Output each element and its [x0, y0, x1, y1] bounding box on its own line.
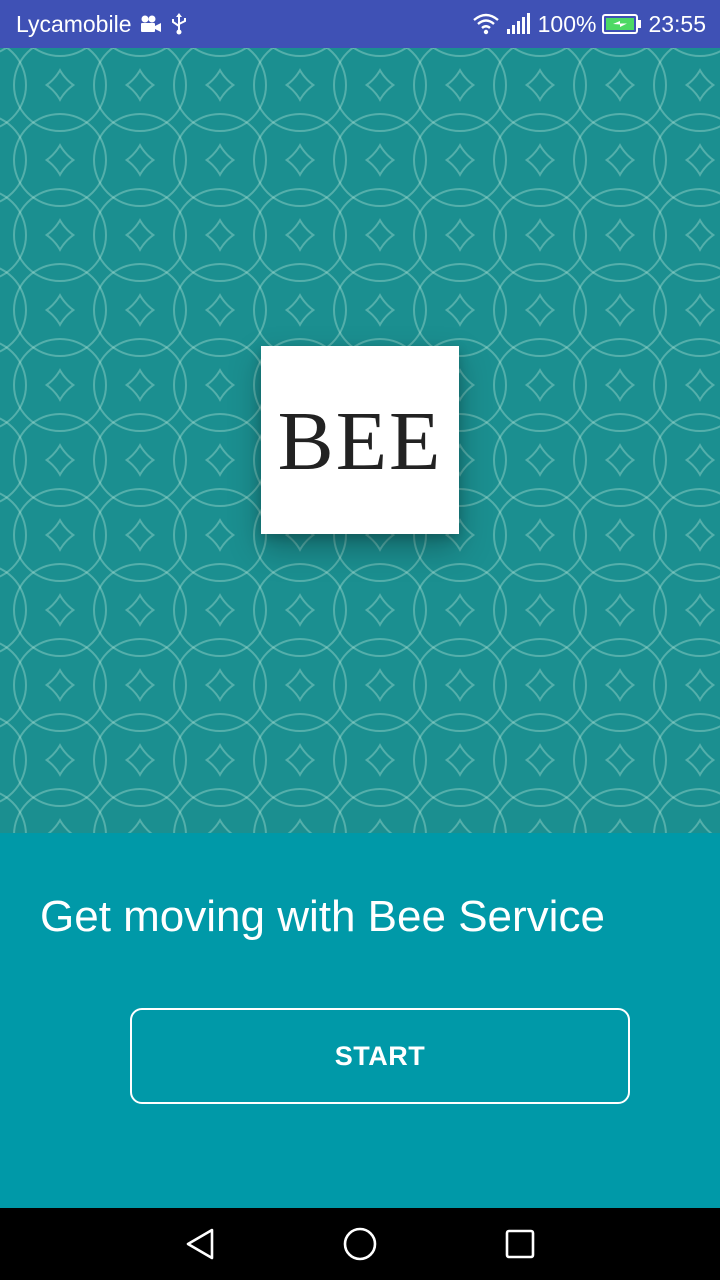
battery-percent: 100%	[537, 10, 597, 37]
home-icon[interactable]	[342, 1226, 378, 1262]
tagline: Get moving with Bee Service	[40, 892, 605, 941]
bee-logo: BEE	[261, 346, 459, 534]
usb-icon	[171, 13, 187, 35]
recents-icon[interactable]	[502, 1226, 538, 1262]
hero-section: BEE	[0, 48, 720, 833]
start-button[interactable]: START	[130, 1008, 630, 1104]
clock-time: 23:55	[648, 10, 706, 37]
signal-icon	[506, 13, 532, 35]
logo-text: BEE	[277, 395, 443, 488]
status-bar: Lycamobile 100% 23:55	[0, 0, 720, 48]
battery-charging-icon	[602, 14, 642, 34]
navigation-bar	[0, 1208, 720, 1280]
status-bar-left: Lycamobile	[16, 11, 187, 38]
video-camera-icon	[139, 14, 163, 34]
status-bar-right: 100% 23:55	[472, 11, 706, 38]
wifi-icon	[472, 13, 500, 35]
carrier-name: Lycamobile	[16, 10, 132, 37]
welcome-panel: Get moving with Bee Service START	[0, 833, 720, 1208]
back-icon[interactable]	[182, 1226, 218, 1262]
